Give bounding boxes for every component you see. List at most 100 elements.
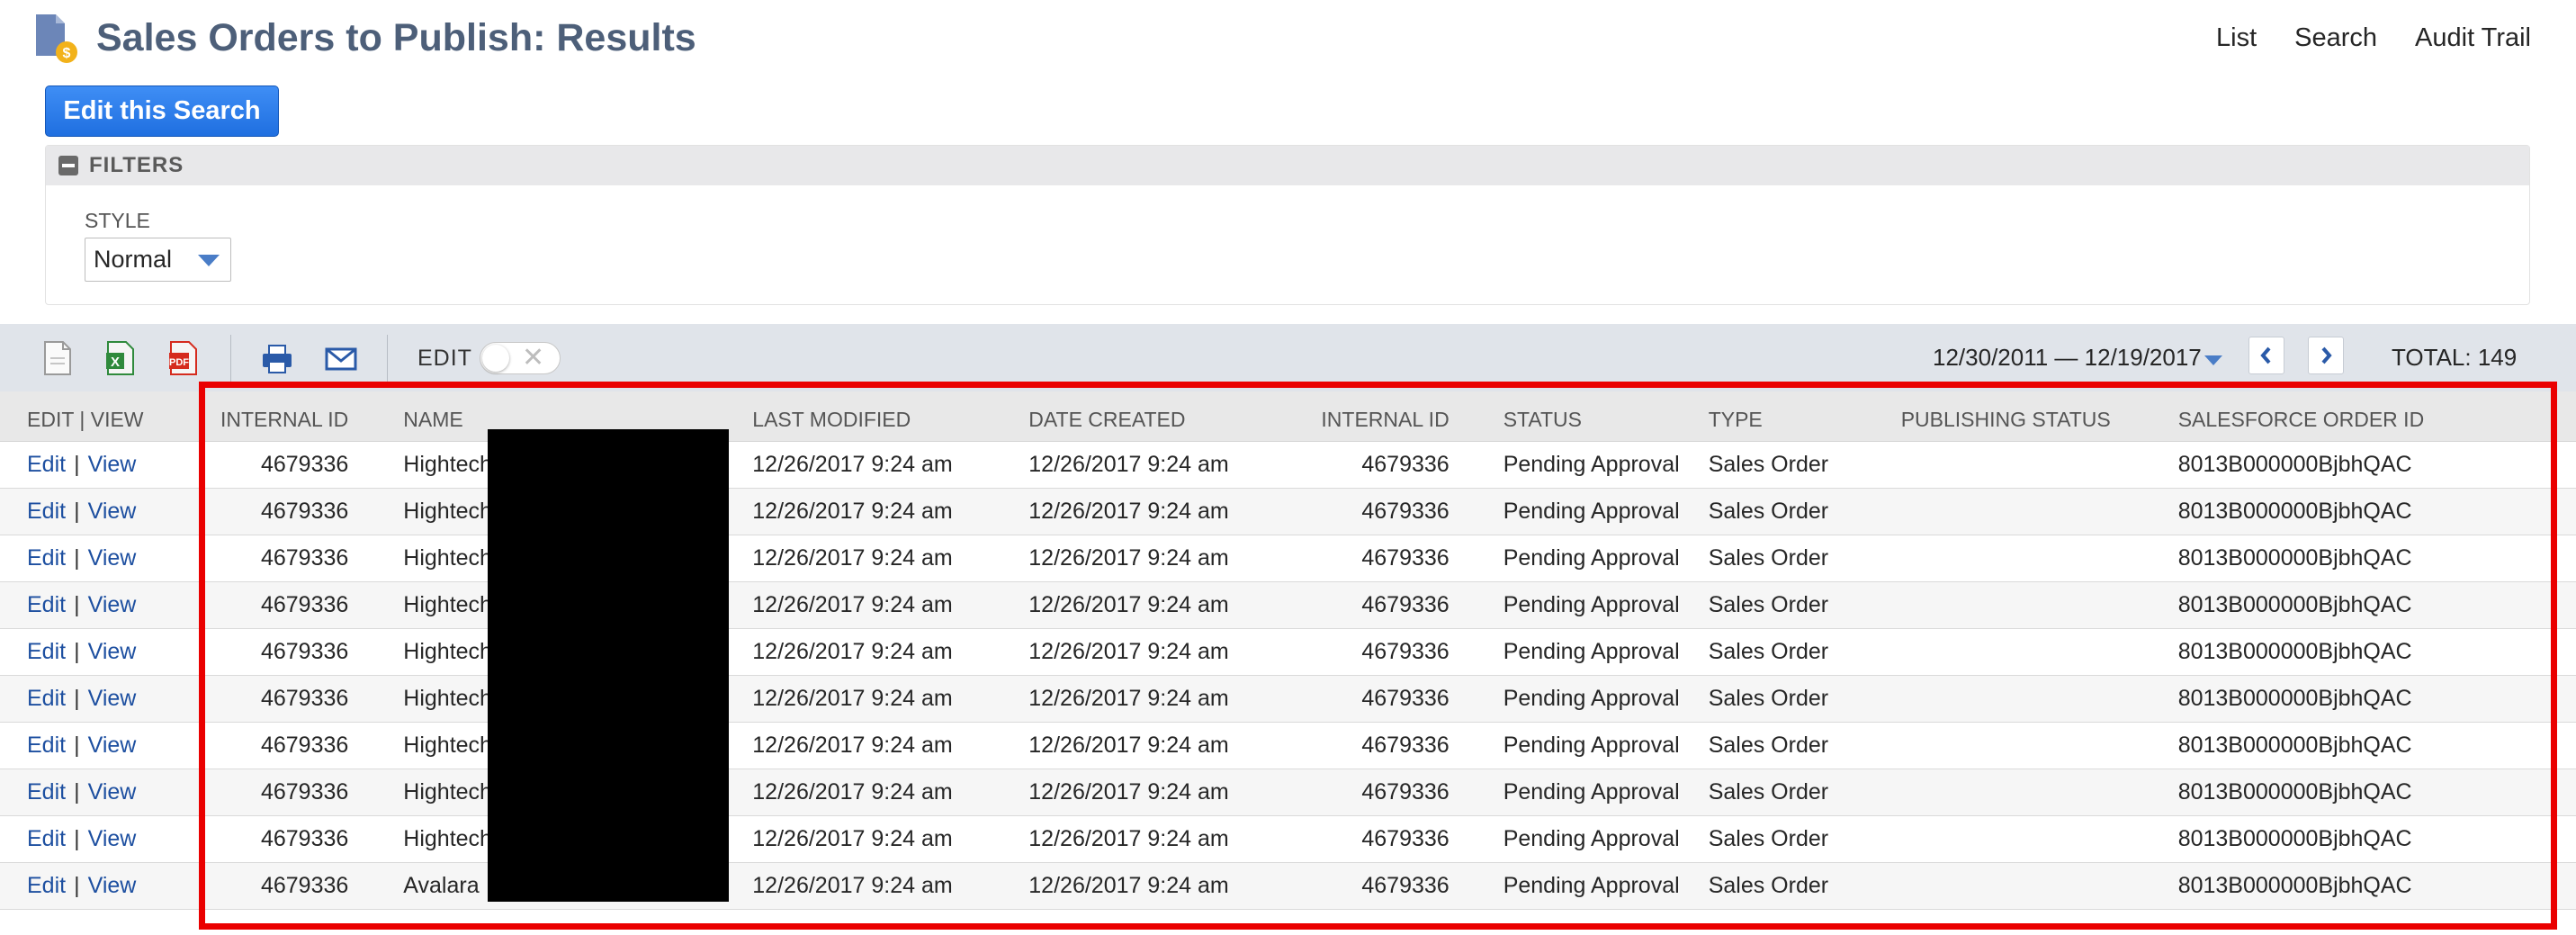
view-link[interactable]: View <box>88 592 137 617</box>
column-header-internal-id-2[interactable]: INTERNAL ID <box>1228 391 1450 442</box>
table-row[interactable]: Edit | View 4679336 Hightech 12/26/2017 9:24 … <box>0 675 2576 723</box>
export-excel-icon[interactable]: X <box>104 340 137 376</box>
date-created-cell: 12/26/2017 9:24 am <box>1028 535 1229 582</box>
column-header-last-modified[interactable]: LAST MODIFIED <box>726 391 1029 442</box>
edit-view-cell: Edit | View <box>0 488 198 535</box>
style-select[interactable]: Normal <box>85 238 231 282</box>
separator: | <box>74 544 80 571</box>
edit-view-cell: Edit | View <box>0 535 198 582</box>
next-page-button[interactable] <box>2308 337 2344 374</box>
edit-link[interactable]: Edit <box>27 545 66 571</box>
saved-search-icon: $ <box>36 14 77 63</box>
separator: | <box>74 591 80 617</box>
edit-link[interactable]: Edit <box>27 779 66 805</box>
salesforce-order-id-cell: 8013B000000BjbhQAC <box>2177 488 2576 535</box>
previous-page-button[interactable] <box>2248 337 2284 374</box>
list-link[interactable]: List <box>2216 23 2257 53</box>
separator: | <box>74 498 80 524</box>
type-cell: Sales Order <box>1708 815 1901 863</box>
type-cell: Sales Order <box>1708 862 1901 910</box>
view-link[interactable]: View <box>88 686 137 711</box>
edit-link[interactable]: Edit <box>27 452 66 477</box>
separator: | <box>74 825 80 851</box>
view-link[interactable]: View <box>88 826 137 851</box>
date-range-selector[interactable]: 12/30/2011 — 12/19/2017 <box>1933 344 2202 372</box>
view-link[interactable]: View <box>88 779 137 805</box>
print-icon[interactable] <box>261 340 293 376</box>
table-row[interactable]: Edit | View 4679336 Hightech 12/26/2017 9:24 … <box>0 722 2576 769</box>
audit-trail-link[interactable]: Audit Trail <box>2415 23 2531 53</box>
toggle-knob <box>482 345 509 372</box>
export-csv-icon[interactable] <box>41 340 74 376</box>
table-row[interactable]: Edit | View 4679336 Hightech 12/26/2017 9:24 … <box>0 535 2576 582</box>
table-row[interactable]: Edit | View 4679336 Avalara 12/26/2017 9:24 a… <box>0 862 2576 910</box>
edit-link[interactable]: Edit <box>27 733 66 758</box>
date-created-cell: 12/26/2017 9:24 am <box>1028 581 1229 629</box>
internal-id-2-cell: 4679336 <box>1228 581 1450 629</box>
edit-view-cell: Edit | View <box>0 862 198 910</box>
separator: | <box>74 872 80 898</box>
edit-view-cell: Edit | View <box>0 815 198 863</box>
filters-header[interactable]: FILTERS <box>46 146 2529 185</box>
column-header-status[interactable]: STATUS <box>1449 391 1709 442</box>
last-modified-cell: 12/26/2017 9:24 am <box>726 535 1029 582</box>
publishing-status-cell <box>1900 722 2178 769</box>
edit-link[interactable]: Edit <box>27 686 66 711</box>
last-modified-cell: 12/26/2017 9:24 am <box>726 722 1029 769</box>
table-row[interactable]: Edit | View 4679336 Hightech 12/26/2017 9:24 … <box>0 581 2576 629</box>
internal-id-cell: 4679336 <box>198 628 376 676</box>
edit-view-cell: Edit | View <box>0 441 198 489</box>
edit-link[interactable]: Edit <box>27 499 66 524</box>
svg-text:$: $ <box>63 46 71 61</box>
filters-title: FILTERS <box>89 153 184 177</box>
page-title: Sales Orders to Publish: Results <box>96 16 696 59</box>
date-created-cell: 12/26/2017 9:24 am <box>1028 769 1229 816</box>
publishing-status-cell <box>1900 862 2178 910</box>
column-header-publishing-status[interactable]: PUBLISHING STATUS <box>1900 391 2178 442</box>
column-header-date-created[interactable]: DATE CREATED <box>1028 391 1229 442</box>
type-cell: Sales Order <box>1708 675 1901 723</box>
chevron-down-icon[interactable] <box>2204 355 2222 365</box>
view-link[interactable]: View <box>88 452 137 477</box>
table-row[interactable]: Edit | View 4679336 Hightech 12/26/2017 9:24 … <box>0 769 2576 816</box>
internal-id-2-cell: 4679336 <box>1228 628 1450 676</box>
search-link[interactable]: Search <box>2294 23 2377 53</box>
column-header-type[interactable]: TYPE <box>1708 391 1901 442</box>
date-created-cell: 12/26/2017 9:24 am <box>1028 675 1229 723</box>
view-link[interactable]: View <box>88 639 137 664</box>
edit-mode-toggle[interactable]: ✕ <box>480 342 561 374</box>
status-cell: Pending Approval <box>1449 488 1709 535</box>
type-cell: Sales Order <box>1708 628 1901 676</box>
email-icon[interactable] <box>325 340 357 376</box>
table-row[interactable]: Edit | View 4679336 Hightech 12/26/2017 9:24 … <box>0 815 2576 863</box>
edit-link[interactable]: Edit <box>27 826 66 851</box>
view-link[interactable]: View <box>88 545 137 571</box>
column-header-internal-id[interactable]: INTERNAL ID <box>198 391 376 442</box>
last-modified-cell: 12/26/2017 9:24 am <box>726 815 1029 863</box>
publishing-status-cell <box>1900 628 2178 676</box>
table-row[interactable]: Edit | View 4679336 Hightech 12/26/2017 9:24 … <box>0 628 2576 676</box>
last-modified-cell: 12/26/2017 9:24 am <box>726 675 1029 723</box>
salesforce-order-id-cell: 8013B000000BjbhQAC <box>2177 441 2576 489</box>
collapse-icon[interactable] <box>58 156 78 175</box>
column-header-salesforce-order-id[interactable]: SALESFORCE ORDER ID <box>2177 391 2576 442</box>
edit-link[interactable]: Edit <box>27 639 66 664</box>
column-header-edit-view: EDIT | VIEW <box>0 391 198 442</box>
last-modified-cell: 12/26/2017 9:24 am <box>726 862 1029 910</box>
edit-link[interactable]: Edit <box>27 592 66 617</box>
status-cell: Pending Approval <box>1449 815 1709 863</box>
salesforce-order-id-cell: 8013B000000BjbhQAC <box>2177 862 2576 910</box>
table-row[interactable]: Edit | View 4679336 Hightech 12/26/2017 9:24 … <box>0 441 2576 489</box>
export-pdf-icon[interactable]: PDF <box>167 340 200 376</box>
view-link[interactable]: View <box>88 499 137 524</box>
publishing-status-cell <box>1900 675 2178 723</box>
internal-id-cell: 4679336 <box>198 675 376 723</box>
table-row[interactable]: Edit | View 4679336 Hightech 12/26/2017 9:24 … <box>0 488 2576 535</box>
edit-this-search-button[interactable]: Edit this Search <box>45 85 279 137</box>
separator: | <box>74 451 80 477</box>
salesforce-order-id-cell: 8013B000000BjbhQAC <box>2177 535 2576 582</box>
edit-link[interactable]: Edit <box>27 873 66 898</box>
view-link[interactable]: View <box>88 733 137 758</box>
status-cell: Pending Approval <box>1449 769 1709 816</box>
view-link[interactable]: View <box>88 873 137 898</box>
